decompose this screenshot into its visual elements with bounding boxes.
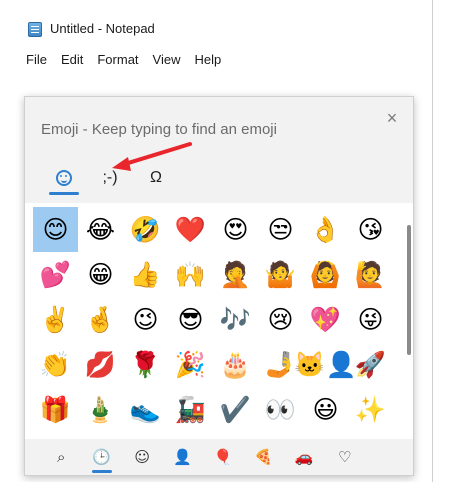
emoji-cell[interactable]: 😃 [303,387,348,432]
category-transport-icon[interactable]: 🚗 [284,439,325,475]
emoji-cell[interactable]: 🎶 [213,297,258,342]
category-smileys-icon[interactable]: ☺ [122,439,163,475]
menu-view[interactable]: View [153,52,181,67]
emoji-cell[interactable]: ✨ [348,387,393,432]
emoji-grid-area: 😊 😂 🤣 ❤️ 😍 😒 👌 😘 💕 😁 👍 🙌 🤦 🤷 🙆 🙋 ✌️ 🤞 😉 😎 🎶 😢 💖 😜 👏 💋 🌹 🎉 🎂 🤳 🐱‍👤 🚀 🎁 🎍 👟 🚂… [25,203,413,439]
emoji-cell[interactable]: 🎁 [33,387,78,432]
emoji-cell[interactable]: 🎉 [168,342,213,387]
emoji-cell[interactable]: 👌 [303,207,348,252]
tab-emoji[interactable] [41,161,87,195]
scrollbar[interactable] [407,225,411,355]
emoji-cell[interactable]: 👀 [258,387,303,432]
menu-help[interactable]: Help [194,52,221,67]
emoji-cell[interactable]: ❤️ [168,207,213,252]
emoji-grid: 😊 😂 🤣 ❤️ 😍 😒 👌 😘 💕 😁 👍 🙌 🤦 🤷 🙆 🙋 ✌️ 🤞 😉 😎 🎶 😢 💖 😜 👏 💋 🌹 🎉 🎂 🤳 🐱‍👤 🚀 🎁 🎍 👟 🚂… [33,207,393,432]
emoji-cell[interactable]: 🤦 [213,252,258,297]
emoji-cell[interactable]: 😜 [348,297,393,342]
notepad-app-icon [28,22,42,37]
panel-tabs: ;-) Ω [41,161,179,195]
menu-edit[interactable]: Edit [61,52,83,67]
emoji-cell[interactable]: 😒 [258,207,303,252]
emoji-panel: Emoji - Keep typing to find an emoji × ;… [24,96,414,476]
emoji-cell[interactable]: 👏 [33,342,78,387]
emoji-cell[interactable]: 😍 [213,207,258,252]
emoji-cell[interactable]: 🙋 [348,252,393,297]
emoji-cell[interactable]: 💋 [78,342,123,387]
menu-file[interactable]: File [26,52,47,67]
window-edge [432,0,433,482]
close-button[interactable]: × [381,107,403,129]
emoji-cell[interactable]: 😎 [168,297,213,342]
category-food-icon[interactable]: 🍕 [244,439,285,475]
emoji-category-bar: ⌕ 🕒 ☺ 👤 🎈 🍕 🚗 ♡ [25,439,413,475]
category-recent-icon[interactable]: 🕒 [82,439,123,475]
window-title: Untitled - Notepad [50,21,155,36]
emoji-cell[interactable]: 🌹 [123,342,168,387]
menu-format[interactable]: Format [97,52,138,67]
emoji-cell[interactable]: 😉 [123,297,168,342]
emoji-cell[interactable]: 🎂 [213,342,258,387]
emoji-cell[interactable]: 😢 [258,297,303,342]
emoji-cell[interactable]: 💖 [303,297,348,342]
emoji-cell[interactable]: ✌️ [33,297,78,342]
emoji-cell[interactable]: 🤞 [78,297,123,342]
emoji-cell[interactable]: 🙌 [168,252,213,297]
emoji-cell[interactable]: 👟 [123,387,168,432]
emoji-cell[interactable]: 😁 [78,252,123,297]
emoji-cell[interactable]: 🚀 [348,342,393,387]
tab-kaomoji[interactable]: ;-) [87,161,133,195]
tab-symbols[interactable]: Ω [133,161,179,195]
emoji-cell[interactable]: 🤷 [258,252,303,297]
emoji-cell[interactable]: 🤣 [123,207,168,252]
category-symbols-icon[interactable]: ♡ [325,439,366,475]
category-search-icon[interactable]: ⌕ [41,439,82,475]
emoji-cell[interactable]: 👍 [123,252,168,297]
emoji-cell[interactable]: ✔️ [213,387,258,432]
menu-bar: File Edit Format View Help [0,46,468,72]
smiley-icon [56,170,72,186]
emoji-cell[interactable]: 🎍 [78,387,123,432]
emoji-cell[interactable]: 😊 [33,207,78,252]
category-celebrations-icon[interactable]: 🎈 [203,439,244,475]
emoji-cell[interactable]: 🚂 [168,387,213,432]
emoji-cell[interactable]: 😂 [78,207,123,252]
notepad-title-bar: Untitled - Notepad [0,0,468,44]
emoji-cell[interactable]: 🙆 [303,252,348,297]
emoji-cell[interactable]: 💕 [33,252,78,297]
emoji-cell[interactable]: 😘 [348,207,393,252]
emoji-cell[interactable]: 🐱‍👤 [294,342,356,387]
emoji-panel-header: Emoji - Keep typing to find an emoji × ;… [25,97,413,203]
emoji-search-hint: Emoji - Keep typing to find an emoji [41,121,277,138]
category-people-icon[interactable]: 👤 [163,439,204,475]
